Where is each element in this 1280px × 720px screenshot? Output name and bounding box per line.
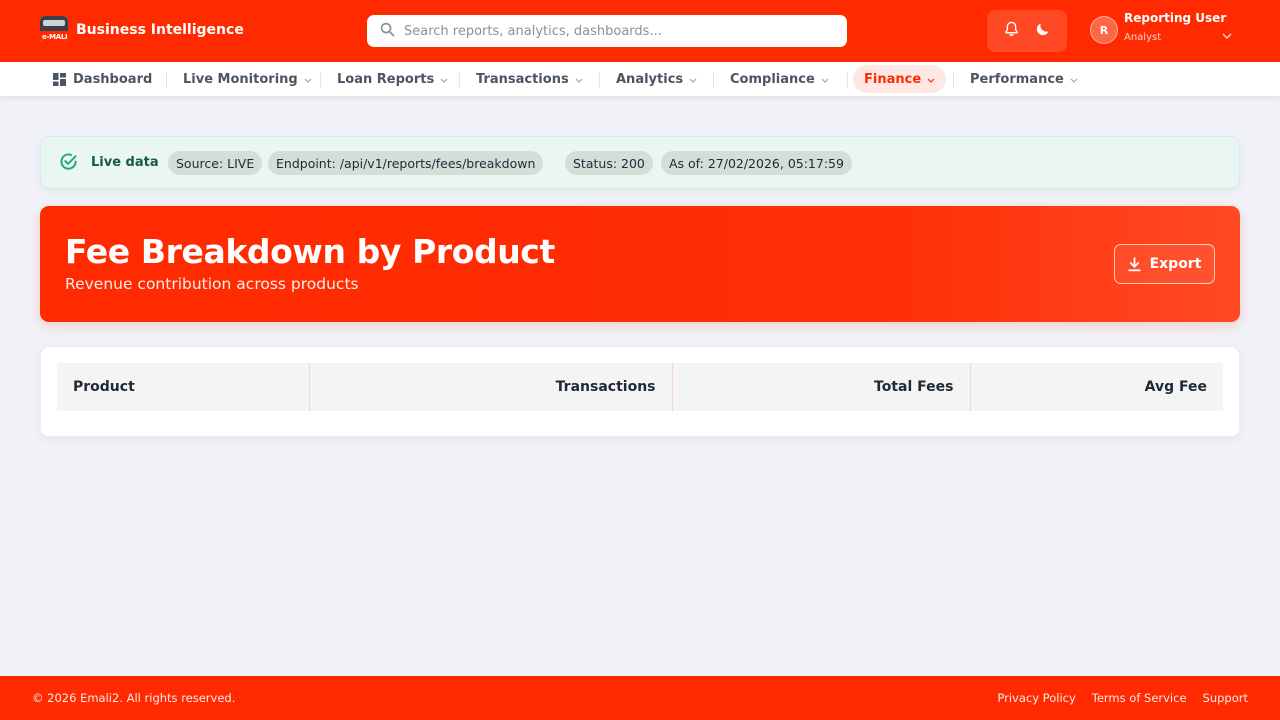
user-role: Analyst — [1124, 32, 1162, 43]
nav-divider — [459, 72, 460, 88]
nav-label: Dashboard — [73, 71, 153, 87]
nav-item-analytics[interactable]: Analytics — [605, 65, 708, 93]
moon-icon — [1035, 21, 1051, 41]
page-header: Fee Breakdown by Product Revenue contrib… — [40, 206, 1240, 322]
copyright-text: © 2026 Emali2. All rights reserved. — [32, 691, 236, 705]
notifications-button[interactable] — [999, 19, 1023, 43]
user-name: Reporting User — [1124, 11, 1227, 25]
nav-label: Transactions — [476, 71, 569, 87]
chevron-down-icon — [1070, 72, 1078, 87]
terms-of-service-link[interactable]: Terms of Service — [1092, 691, 1187, 705]
nav-item-compliance[interactable]: Compliance — [719, 65, 840, 93]
check-circle-icon — [59, 152, 78, 175]
nav-item-performance[interactable]: Performance — [959, 65, 1089, 93]
column-header-total-fees[interactable]: Total Fees — [672, 363, 971, 411]
nav-divider — [166, 72, 167, 88]
chevron-down-icon — [821, 72, 829, 87]
dashboard-icon — [53, 72, 66, 86]
chevron-down-icon — [689, 72, 697, 87]
privacy-policy-link[interactable]: Privacy Policy — [997, 691, 1075, 705]
logo-text: e-MALI — [42, 33, 68, 41]
export-button[interactable]: Export — [1114, 244, 1215, 284]
nav-label: Performance — [970, 71, 1064, 87]
bell-icon — [1004, 21, 1019, 41]
main-nav: Dashboard Live Monitoring Loan Reports T… — [0, 62, 1280, 96]
nav-divider — [320, 72, 321, 88]
fee-breakdown-table: Product Transactions Total Fees Avg Fee — [57, 363, 1223, 411]
footer: © 2026 Emali2. All rights reserved. Priv… — [0, 676, 1280, 720]
chevron-down-icon — [1222, 24, 1232, 43]
nav-divider — [847, 72, 848, 88]
endpoint-badge: Endpoint: /api/v1/reports/fees/breakdown — [268, 151, 544, 175]
nav-label: Loan Reports — [337, 71, 435, 87]
brand[interactable]: e-MALI Business Intelligence — [40, 16, 244, 44]
nav-item-finance[interactable]: Finance — [853, 65, 947, 93]
nav-label: Analytics — [616, 71, 684, 87]
search-input[interactable] — [404, 23, 834, 39]
nav-label: Finance — [864, 71, 922, 87]
chevron-down-icon — [575, 72, 583, 87]
search-icon — [380, 22, 395, 41]
source-badge: Source: LIVE — [168, 151, 263, 175]
support-link[interactable]: Support — [1203, 691, 1248, 705]
live-data-banner: Live data Source: LIVE Endpoint: /api/v1… — [40, 136, 1240, 189]
nav-divider — [953, 72, 954, 88]
top-bar: e-MALI Business Intelligence R Reporting… — [0, 0, 1280, 62]
nav-item-loan-reports[interactable]: Loan Reports — [326, 65, 459, 93]
export-label: Export — [1149, 256, 1202, 272]
page-title: Fee Breakdown by Product — [65, 232, 555, 271]
column-header-avg-fee[interactable]: Avg Fee — [970, 363, 1223, 411]
app-logo: e-MALI — [40, 16, 68, 44]
nav-item-live-monitoring[interactable]: Live Monitoring — [172, 65, 323, 93]
theme-toggle-button[interactable] — [1031, 19, 1055, 43]
page-subtitle: Revenue contribution across products — [65, 275, 359, 293]
user-menu[interactable]: R Reporting User Analyst — [1090, 10, 1232, 50]
live-data-label: Live data — [91, 155, 159, 170]
brand-name: Business Intelligence — [76, 22, 244, 38]
status-badge: Status: 200 — [565, 151, 653, 175]
table-header-row: Product Transactions Total Fees Avg Fee — [57, 363, 1223, 411]
chevron-down-icon — [304, 72, 312, 87]
avatar: R — [1090, 16, 1118, 44]
fee-table-card: Product Transactions Total Fees Avg Fee — [40, 346, 1240, 437]
header-actions — [987, 10, 1067, 52]
column-header-transactions[interactable]: Transactions — [309, 363, 673, 411]
nav-divider — [599, 72, 600, 88]
nav-item-dashboard[interactable]: Dashboard — [42, 65, 163, 93]
timestamp-badge: As of: 27/02/2026, 05:17:59 — [661, 151, 852, 175]
chevron-down-icon — [440, 72, 448, 87]
nav-label: Compliance — [730, 71, 815, 87]
nav-divider — [713, 72, 714, 88]
download-icon — [1128, 256, 1141, 272]
chevron-down-icon — [927, 72, 935, 87]
column-header-product[interactable]: Product — [57, 363, 310, 411]
nav-item-transactions[interactable]: Transactions — [465, 65, 594, 93]
footer-links: Privacy Policy Terms of Service Support — [981, 691, 1248, 705]
search-bar[interactable] — [367, 15, 847, 47]
nav-label: Live Monitoring — [183, 71, 298, 87]
